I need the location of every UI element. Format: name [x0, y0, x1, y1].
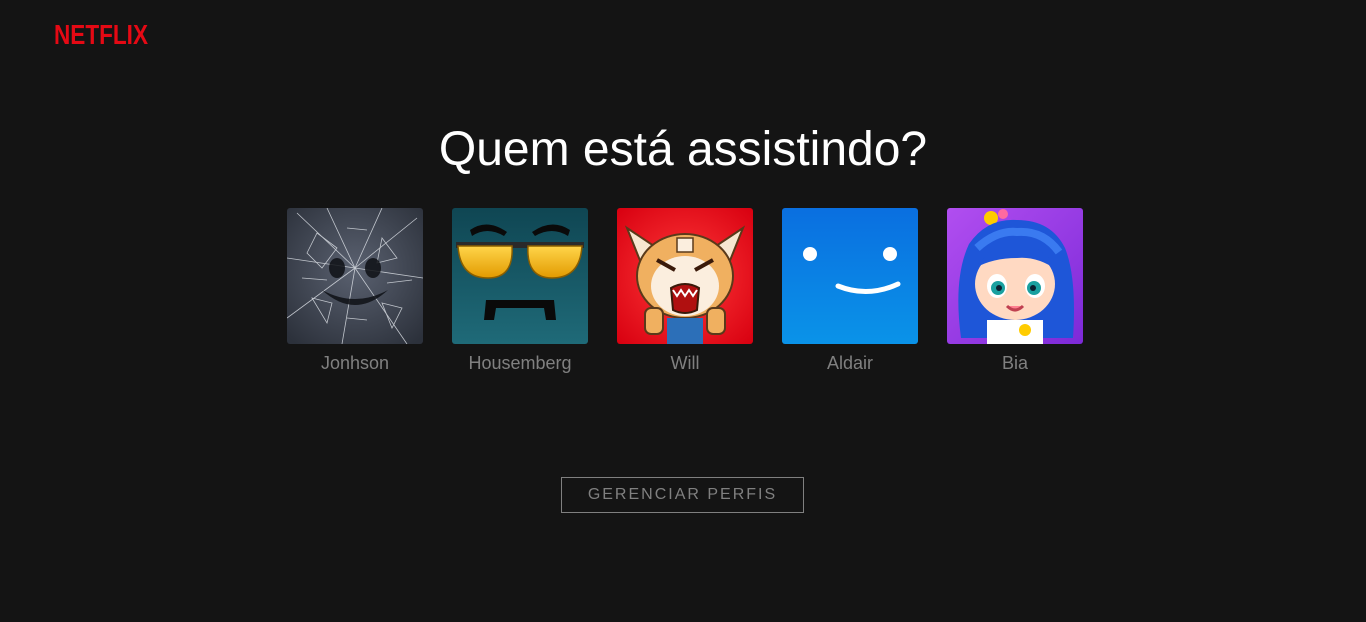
broken-glass-smiley-icon[interactable]	[287, 208, 423, 344]
profile-name: Housemberg	[468, 353, 572, 373]
profile-name: Bia	[1001, 353, 1028, 373]
netflix-logo: NETFLIX	[54, 19, 148, 48]
manage-profiles-button[interactable]: GERENCIAR PERFIS	[561, 477, 804, 513]
red-panda-rage-icon[interactable]	[617, 208, 753, 344]
profile-name: Will	[670, 353, 700, 373]
profile-jonhson[interactable]: Jonhson	[280, 208, 430, 374]
profile-housemberg[interactable]: Housemberg	[445, 208, 595, 374]
profile-bia[interactable]: Bia	[940, 208, 1090, 374]
cartoon-girl-blue-hair-icon[interactable]	[947, 208, 1083, 344]
profile-list: Jonhson Housemberg Will Aldair Bia	[0, 208, 1366, 388]
sunglasses-mustache-face-icon[interactable]	[452, 208, 588, 344]
profile-name: Aldair	[826, 353, 874, 373]
svg-text:NETFLIX: NETFLIX	[54, 19, 148, 48]
profile-name: Jonhson	[320, 353, 390, 373]
profile-aldair[interactable]: Aldair	[775, 208, 925, 374]
page-title: Quem está assistindo?	[438, 123, 928, 176]
profile-will[interactable]: Will	[610, 208, 760, 374]
profile-gate: NETFLIX Quem está assistindo? Jonhson Ho…	[0, 0, 1366, 622]
blue-smiley-face-icon[interactable]	[782, 208, 918, 344]
